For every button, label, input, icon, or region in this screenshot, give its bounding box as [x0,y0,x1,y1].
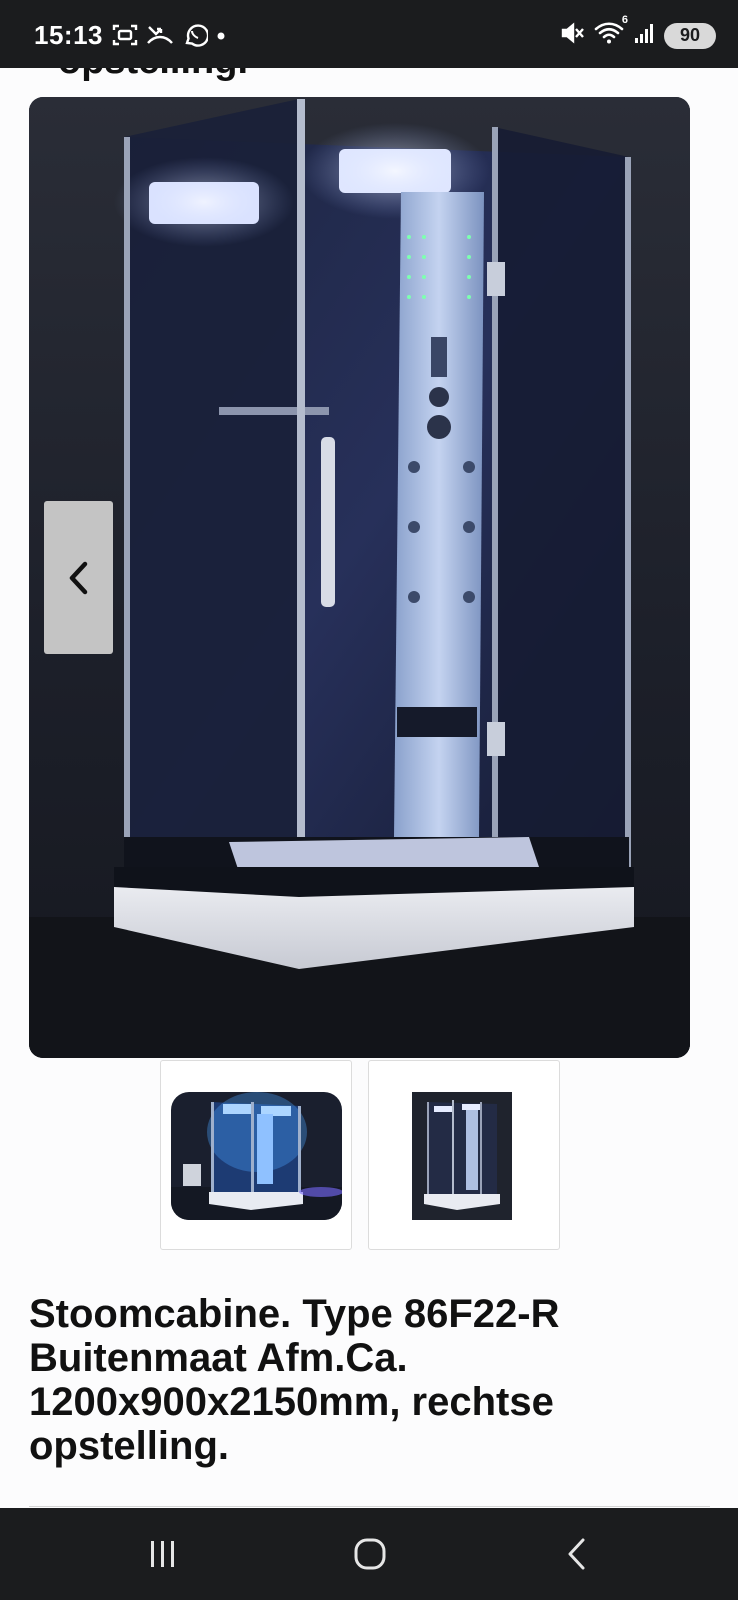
status-time: 15:13 [34,20,103,50]
whatsapp-icon [182,22,208,48]
app-screen: 15:13 6 90 Stoomcabine. Type 86F22-R Bui… [0,0,738,1600]
signal-icon [634,21,656,50]
previous-image-button[interactable] [44,501,113,654]
product-main-image[interactable] [29,97,690,1058]
back-icon [568,1538,585,1570]
missed-call-icon [146,23,174,47]
back-button[interactable] [547,1528,607,1580]
product-title: Stoomcabine. Type 86F22-R Buitenmaat Afm… [29,1292,560,1468]
shower-cabin-photo [29,97,690,1058]
home-icon [354,1538,386,1570]
shower-cabin-photo [412,1092,512,1220]
chevron-left-icon [69,561,87,594]
wifi-label: 6 [621,14,628,26]
status-bar: 15:13 6 90 [0,0,738,68]
recents-button[interactable] [133,1528,193,1580]
home-button[interactable] [340,1528,400,1580]
thumbnail-1[interactable] [160,1060,352,1250]
wifi-icon: 6 [594,14,628,51]
status-notification-icons [112,22,226,48]
mute-icon [560,20,586,51]
notification-dot-icon [216,23,226,47]
recents-icon [151,1541,174,1567]
divider [29,1506,710,1507]
battery-indicator: 90 [664,22,716,49]
thumbnail-2[interactable] [368,1060,560,1250]
navigation-bar [0,1508,738,1600]
status-system-icons: 6 90 [560,14,716,51]
screenshot-icon [112,23,138,47]
shower-cabin-lit-photo [171,1092,342,1220]
